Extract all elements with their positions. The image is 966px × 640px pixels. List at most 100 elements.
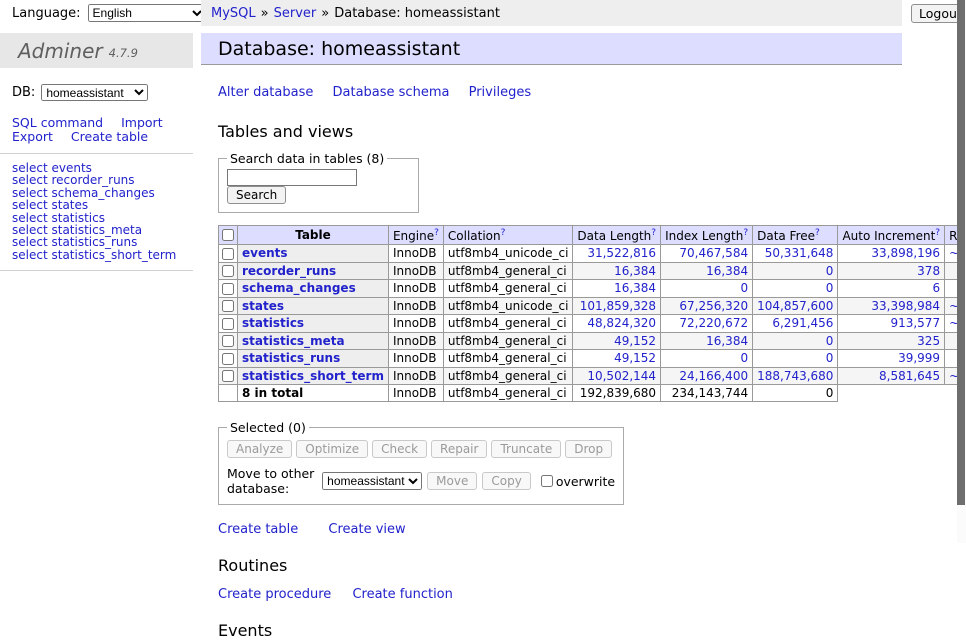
index-length-value-link[interactable]: 24,166,400 [679,369,748,383]
breadcrumb-link-mysql[interactable]: MySQL [211,6,256,21]
language-select[interactable]: English [88,4,206,22]
row-checkbox-schema_changes[interactable] [222,283,234,295]
db-label: DB: [12,85,35,100]
data-free-cell: 0 [753,350,838,368]
index-length-value-link[interactable]: 70,467,584 [679,246,748,260]
table-link-statistics_meta[interactable]: statistics_meta [242,334,345,348]
auto-increment-value-link[interactable]: 913,577 [890,316,940,330]
data-free-value-link[interactable]: 0 [826,264,834,278]
sidebar-link-export[interactable]: Export [12,129,53,144]
data-free-value-link[interactable]: 0 [826,281,834,295]
help-link[interactable]: ? [434,228,439,238]
help-link[interactable]: ? [743,228,748,238]
engine-cell: InnoDB [388,350,443,368]
data-free-value-link[interactable]: 104,857,600 [757,299,833,313]
auto-increment-value-link[interactable]: 33,398,984 [871,299,940,313]
data-length-cell: 10,502,144 [573,367,661,385]
data-free-value-link[interactable]: 50,331,648 [765,246,834,260]
row-checkbox-statistics[interactable] [222,318,234,330]
index-length-cell: 0 [661,350,753,368]
help-link[interactable]: ? [935,228,940,238]
db-selector-row: DB: homeassistant [12,84,193,101]
row-checkbox-statistics_runs[interactable] [222,353,234,365]
search-button[interactable]: Search [227,186,286,204]
selected-legend: Selected (0) [227,420,309,435]
data-length-value-link[interactable]: 48,824,320 [587,316,656,330]
data-length-value-link[interactable]: 16,384 [614,281,656,295]
vertical-scrollbar-thumb[interactable] [957,0,965,505]
auto-increment-cell: 6 [838,280,945,298]
privileges-link[interactable]: Privileges [469,85,532,100]
database-schema-link[interactable]: Database schema [333,85,450,100]
drop-button[interactable]: Drop [565,440,612,458]
table-statistics_short_term-link[interactable]: statistics_short_term [51,248,176,262]
collation-cell: utf8mb4_general_ci [443,332,573,350]
create-view-link[interactable]: Create view [328,522,405,537]
create-function-link[interactable]: Create function [352,587,452,602]
index-length-value-link[interactable]: 0 [740,351,748,365]
data-free-value-link[interactable]: 6,291,456 [772,316,833,330]
copy-button[interactable]: Copy [482,472,530,490]
auto-increment-value-link[interactable]: 39,999 [898,351,940,365]
repair-button[interactable]: Repair [431,440,487,458]
data-length-value-link[interactable]: 31,522,816 [587,246,656,260]
data-length-value-link[interactable]: 101,859,328 [580,299,656,313]
table-link-schema_changes[interactable]: schema_changes [242,281,356,295]
row-checkbox-statistics_short_term[interactable] [222,370,234,382]
data-length-value-link[interactable]: 16,384 [614,264,656,278]
vertical-scrollbar-track[interactable] [957,0,966,543]
index-length-value-link[interactable]: 16,384 [706,264,748,278]
data-length-value-link[interactable]: 49,152 [614,351,656,365]
data-free-value-link[interactable]: 0 [826,334,834,348]
table-link-states[interactable]: states [242,299,284,313]
auto-increment-value-link[interactable]: 33,898,196 [871,246,940,260]
auto-increment-value-link[interactable]: 378 [917,264,940,278]
check-button[interactable]: Check [372,440,427,458]
data-free-value-link[interactable]: 188,743,680 [757,369,833,383]
table-link-recorder_runs[interactable]: recorder_runs [242,264,336,278]
analyze-button[interactable]: Analyze [227,440,292,458]
help-link[interactable]: ? [815,228,820,238]
data-length-value-link[interactable]: 49,152 [614,334,656,348]
index-length-value-link[interactable]: 72,220,672 [679,316,748,330]
sidebar-link-create-table[interactable]: Create table [71,129,148,144]
table-link-statistics_runs[interactable]: statistics_runs [242,351,340,365]
select-statistics_short_term-link[interactable]: select [12,248,48,262]
help-link[interactable]: ? [651,228,656,238]
table-link-statistics[interactable]: statistics [242,316,304,330]
index-length-value-link[interactable]: 0 [740,281,748,295]
engine-cell: InnoDB [388,245,443,263]
auto-increment-value-link[interactable]: 8,581,645 [879,369,940,383]
move-button[interactable]: Move [427,472,477,490]
move-db-select[interactable]: homeassistant [322,472,422,490]
row-checkbox-cell [219,315,238,333]
optimize-button[interactable]: Optimize [296,440,368,458]
row-checkbox-statistics_meta[interactable] [222,335,234,347]
sidebar-link-sql-command[interactable]: SQL command [12,115,103,130]
index-length-value-link[interactable]: 67,256,320 [679,299,748,313]
row-checkbox-cell [219,262,238,280]
row-checkbox-states[interactable] [222,300,234,312]
overwrite-checkbox[interactable] [541,475,553,487]
breadcrumb-link-server[interactable]: Server [274,6,317,21]
truncate-button[interactable]: Truncate [491,440,561,458]
data-length-cell: 16,384 [573,262,661,280]
data-length-value-link[interactable]: 10,502,144 [587,369,656,383]
create-procedure-link[interactable]: Create procedure [218,587,331,602]
auto-increment-value-link[interactable]: 325 [917,334,940,348]
table-link-events[interactable]: events [242,246,288,260]
select-all-checkbox[interactable] [222,229,234,241]
index-length-value-link[interactable]: 16,384 [706,334,748,348]
search-input[interactable] [227,169,357,186]
sidebar-link-import[interactable]: Import [121,115,163,130]
db-select[interactable]: homeassistant [41,84,148,101]
row-checkbox-recorder_runs[interactable] [222,265,234,277]
table-link-statistics_short_term[interactable]: statistics_short_term [242,369,384,383]
help-link[interactable]: ? [501,228,506,238]
alter-database-link[interactable]: Alter database [218,85,313,100]
data-free-value-link[interactable]: 0 [826,351,834,365]
create-table-link[interactable]: Create table [218,522,298,537]
sidebar-table-links: select eventsselect recorder_runsselect … [12,162,193,261]
row-checkbox-events[interactable] [222,248,234,260]
auto-increment-value-link[interactable]: 6 [932,281,940,295]
